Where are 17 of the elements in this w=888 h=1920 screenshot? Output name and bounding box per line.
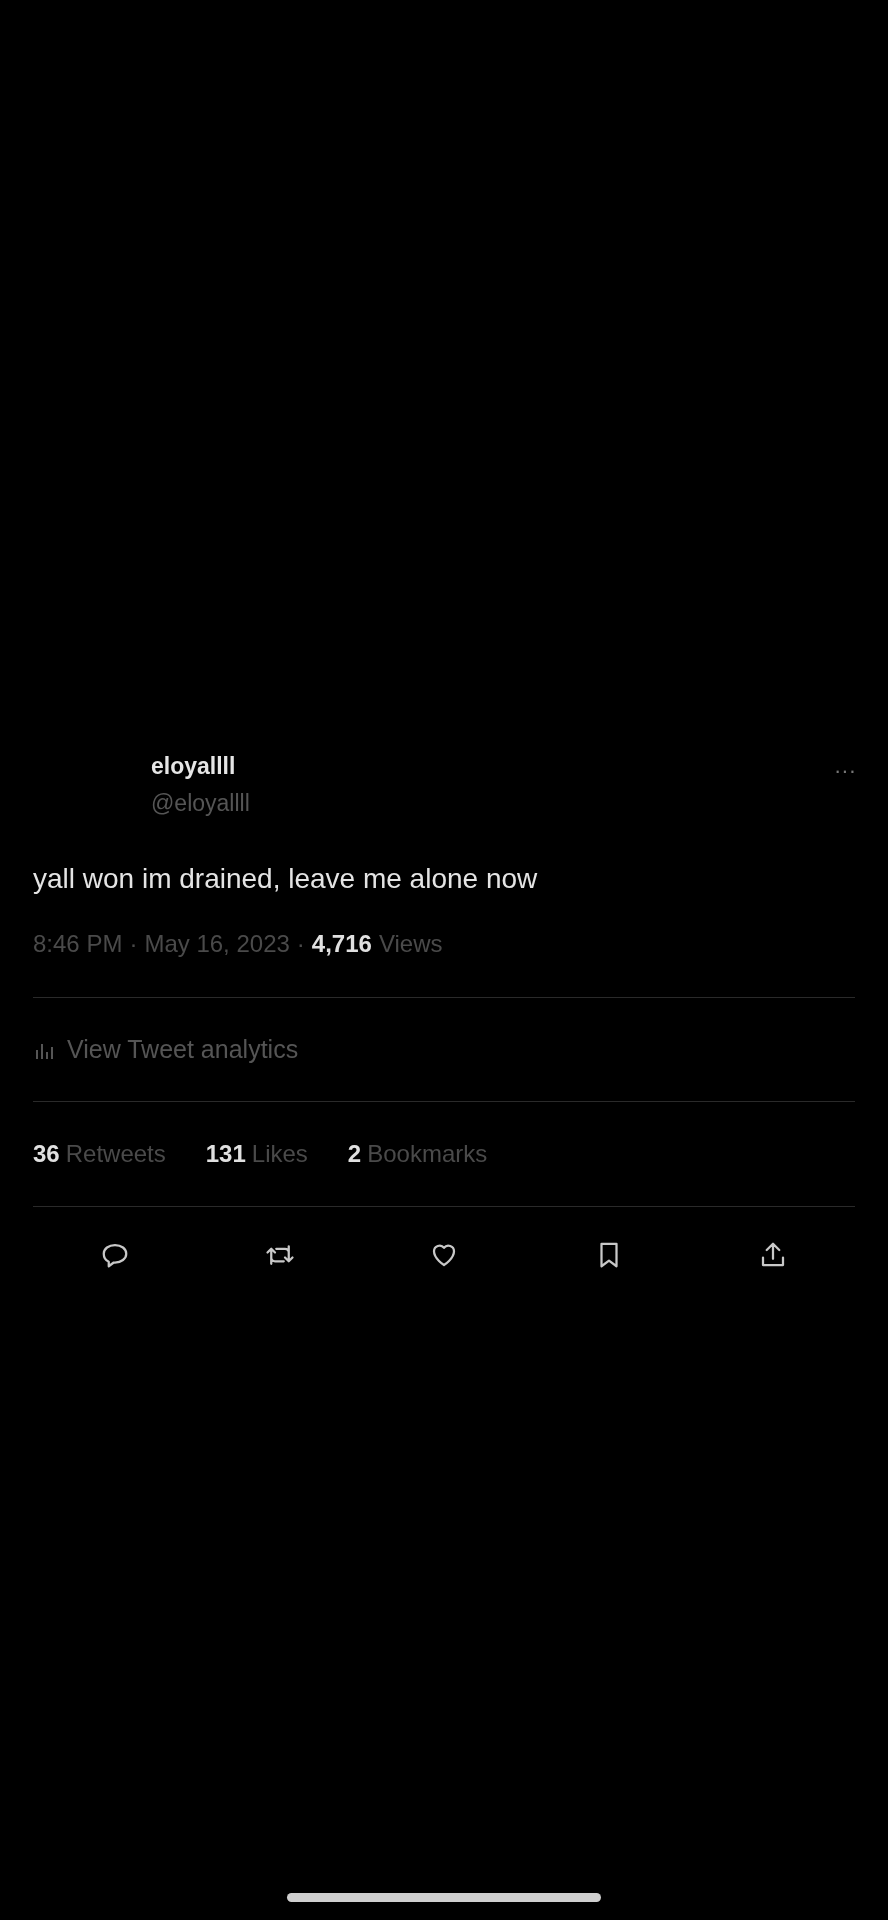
stat-label[interactable]: Likes <box>251 1136 308 1172</box>
analytics-link[interactable]: View Tweet analytics <box>67 1030 299 1069</box>
display-name[interactable]: eloyallll <box>151 752 834 780</box>
separator-dot: · <box>129 929 138 959</box>
tweet-date: May 16, 2023 <box>144 929 290 959</box>
views-label: Views <box>378 929 443 959</box>
views-count: 4,716 <box>311 929 372 959</box>
user-handle[interactable]: @eloyallll <box>151 789 834 817</box>
tweet-text: yall won im drained, leave me alone now <box>33 862 539 896</box>
more-button[interactable]: ··· <box>834 760 856 782</box>
stat-count: 131 <box>205 1139 246 1169</box>
stat-label[interactable]: Bookmarks <box>367 1136 488 1172</box>
separator-dot: · <box>296 929 305 959</box>
stat-label[interactable]: Retweets <box>65 1136 166 1172</box>
stat-count: 2 <box>347 1139 362 1169</box>
stat-count: 36 <box>33 1139 60 1169</box>
tweet-time: 8:46 PM <box>33 929 123 959</box>
